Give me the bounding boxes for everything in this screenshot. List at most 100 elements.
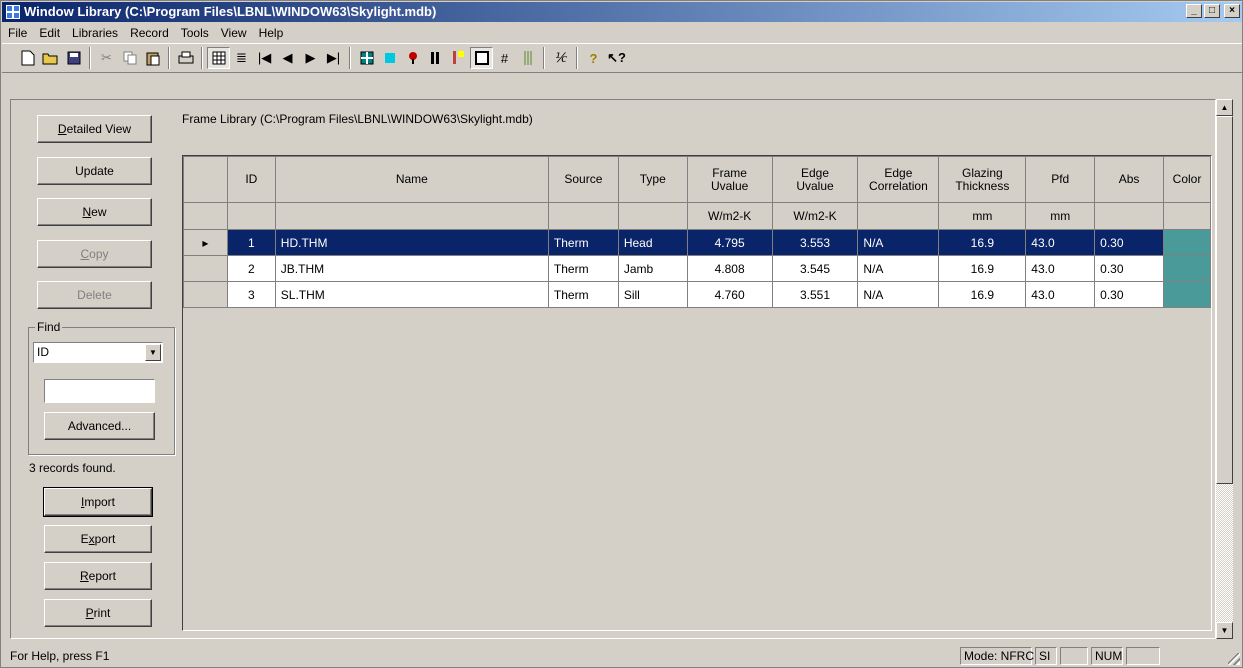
help-icon[interactable]: ? bbox=[582, 47, 605, 69]
cell-abs[interactable]: 0.30 bbox=[1094, 255, 1164, 282]
delete-button[interactable]: Delete bbox=[37, 281, 152, 309]
print-button[interactable]: Print bbox=[44, 599, 152, 627]
col-header-name[interactable]: Name bbox=[274, 156, 549, 203]
cell-source[interactable]: Therm bbox=[547, 229, 619, 256]
cell-glazing[interactable]: 16.9 bbox=[938, 255, 1027, 282]
copy-icon[interactable] bbox=[118, 47, 141, 69]
cell-source[interactable]: Therm bbox=[547, 255, 619, 282]
grid-view-icon[interactable] bbox=[207, 47, 230, 69]
col-header-abs[interactable]: Abs bbox=[1094, 156, 1164, 203]
open-folder-icon[interactable] bbox=[39, 47, 62, 69]
col-header-type[interactable]: Type bbox=[617, 156, 688, 203]
print-icon[interactable] bbox=[174, 47, 197, 69]
col-header-id[interactable]: ID bbox=[226, 156, 276, 203]
cell-color-swatch[interactable] bbox=[1163, 229, 1211, 256]
table-row[interactable]: 2 JB.THM Therm Jamb 4.808 3.545 N/A 16.9 43.0 0.3… bbox=[183, 255, 1211, 282]
gas-library-icon[interactable] bbox=[401, 47, 424, 69]
maximize-button[interactable]: □ bbox=[1204, 4, 1220, 18]
prev-record-icon[interactable]: ◀ bbox=[276, 47, 299, 69]
scroll-thumb[interactable] bbox=[1216, 116, 1233, 484]
cell-edge-u[interactable]: 3.551 bbox=[771, 281, 859, 308]
cell-id[interactable]: 1 bbox=[226, 229, 276, 256]
row-selector[interactable]: ▸ bbox=[183, 229, 228, 256]
cell-edge-corr[interactable]: N/A bbox=[857, 255, 940, 282]
cell-abs[interactable]: 0.30 bbox=[1094, 281, 1164, 308]
update-button[interactable]: Update bbox=[37, 157, 152, 185]
col-header-pfd[interactable]: Pfd bbox=[1025, 156, 1096, 203]
menu-record[interactable]: Record bbox=[124, 26, 175, 40]
row-selector[interactable] bbox=[183, 255, 228, 282]
scroll-track[interactable] bbox=[1216, 484, 1233, 622]
export-button[interactable]: Ex port bbox=[44, 525, 152, 553]
copy-button[interactable]: Copy bbox=[37, 240, 152, 268]
scroll-up-icon[interactable]: ▲ bbox=[1216, 99, 1233, 116]
cell-glazing[interactable]: 16.9 bbox=[938, 229, 1027, 256]
divider-library-icon[interactable] bbox=[447, 47, 470, 69]
col-header-edge-uvalue[interactable]: Edge Uvalue bbox=[771, 156, 859, 203]
cell-pfd[interactable]: 43.0 bbox=[1025, 255, 1096, 282]
report-button[interactable]: Report bbox=[44, 562, 152, 590]
find-text-input[interactable] bbox=[44, 379, 155, 403]
shading-library-icon[interactable] bbox=[516, 47, 539, 69]
cell-id[interactable]: 2 bbox=[226, 255, 276, 282]
scroll-down-icon[interactable]: ▼ bbox=[1216, 622, 1233, 639]
frame-grid[interactable]: ID Name Source Type Frame Uvalue Edge Uval… bbox=[182, 155, 1212, 631]
cell-frame-u[interactable]: 4.808 bbox=[686, 255, 773, 282]
col-header-edge-correlation[interactable]: Edge Correlation bbox=[857, 156, 940, 203]
cell-pfd[interactable]: 43.0 bbox=[1025, 229, 1096, 256]
minimize-button[interactable]: _ bbox=[1186, 4, 1202, 18]
col-header-frame-uvalue[interactable]: Frame Uvalue bbox=[686, 156, 773, 203]
cell-name[interactable]: SL.THM bbox=[274, 281, 549, 308]
menu-file[interactable]: File bbox=[2, 26, 33, 40]
find-field-select[interactable]: ID ▼ bbox=[33, 342, 163, 363]
context-help-icon[interactable]: ↖? bbox=[605, 47, 628, 69]
cell-type[interactable]: Head bbox=[617, 229, 688, 256]
close-button[interactable]: × bbox=[1224, 4, 1240, 18]
row-selector[interactable] bbox=[183, 281, 228, 308]
detailed-view-button[interactable]: Detailed View bbox=[37, 115, 152, 143]
list-view-icon[interactable]: ≣ bbox=[230, 47, 253, 69]
cut-icon[interactable]: ✂ bbox=[95, 47, 118, 69]
menu-edit[interactable]: Edit bbox=[33, 26, 66, 40]
cell-edge-corr[interactable]: N/A bbox=[857, 281, 940, 308]
menu-tools[interactable]: Tools bbox=[175, 26, 215, 40]
first-record-icon[interactable]: |◀ bbox=[253, 47, 276, 69]
col-header-color[interactable]: Color bbox=[1163, 156, 1211, 203]
vertical-scrollbar[interactable]: ▲ ▼ bbox=[1216, 99, 1233, 639]
window-library-icon[interactable] bbox=[355, 47, 378, 69]
grid-corner[interactable] bbox=[183, 156, 228, 203]
col-header-glazing-thickness[interactable]: Glazing Thickness bbox=[938, 156, 1027, 203]
cell-edge-u[interactable]: 3.545 bbox=[771, 255, 859, 282]
advanced-button[interactable]: Advanced... bbox=[44, 412, 155, 440]
cell-edge-u[interactable]: 3.553 bbox=[771, 229, 859, 256]
cell-name[interactable]: JB.THM bbox=[274, 255, 549, 282]
import-button[interactable]: Import bbox=[43, 487, 153, 517]
cell-frame-u[interactable]: 4.760 bbox=[686, 281, 773, 308]
menu-view[interactable]: View bbox=[215, 26, 253, 40]
resize-grip-icon[interactable] bbox=[1228, 653, 1240, 665]
table-row[interactable]: ▸ 1 HD.THM Therm Head 4.795 3.553 N/A 16.9 43.0 0.… bbox=[183, 229, 1211, 256]
cell-type[interactable]: Jamb bbox=[617, 255, 688, 282]
chevron-down-icon[interactable]: ▼ bbox=[145, 344, 161, 361]
next-record-icon[interactable]: ▶ bbox=[299, 47, 322, 69]
paste-icon[interactable] bbox=[141, 47, 164, 69]
cell-pfd[interactable]: 43.0 bbox=[1025, 281, 1096, 308]
cell-color-swatch[interactable] bbox=[1163, 281, 1211, 308]
table-row[interactable]: 3 SL.THM Therm Sill 4.760 3.551 N/A 16.9 43.0 0.3… bbox=[183, 281, 1211, 308]
last-record-icon[interactable]: ▶| bbox=[322, 47, 345, 69]
cell-name[interactable]: HD.THM bbox=[274, 229, 549, 256]
glazing-system-icon[interactable] bbox=[424, 47, 447, 69]
frame-library-icon[interactable] bbox=[470, 47, 493, 69]
cell-abs[interactable]: 0.30 bbox=[1094, 229, 1164, 256]
cell-glazing[interactable]: 16.9 bbox=[938, 281, 1027, 308]
col-header-source[interactable]: Source bbox=[547, 156, 619, 203]
save-icon[interactable] bbox=[62, 47, 85, 69]
cell-frame-u[interactable]: 4.795 bbox=[686, 229, 773, 256]
cell-source[interactable]: Therm bbox=[547, 281, 619, 308]
menu-libraries[interactable]: Libraries bbox=[66, 26, 124, 40]
cell-id[interactable]: 3 bbox=[226, 281, 276, 308]
divider-icon[interactable]: # bbox=[493, 47, 516, 69]
cell-type[interactable]: Sill bbox=[617, 281, 688, 308]
cell-color-swatch[interactable] bbox=[1163, 255, 1211, 282]
menu-help[interactable]: Help bbox=[253, 26, 290, 40]
